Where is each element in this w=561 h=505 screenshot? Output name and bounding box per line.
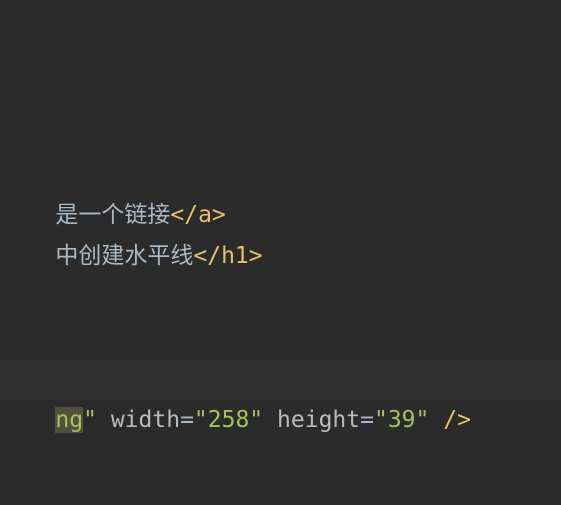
code-line-heading[interactable]: 中创建水平线</h1> [0,196,262,269]
h1-close-tag: </h1> [193,243,263,269]
code-editor[interactable]: 是一个链接</a> 中创建水平线</h1> ng" width="258" he… [0,0,561,505]
width-attr-value: "258" [193,407,264,433]
height-attr-name: height [277,407,361,433]
height-equals: = [360,407,374,433]
search-match-highlight: ng [55,407,84,433]
self-close-tag: /> [443,407,471,433]
width-equals: = [180,407,194,433]
src-quote-close: " [83,407,97,433]
heading-text: 中创建水平线 [55,243,194,269]
code-line-img-current[interactable]: ng" width="258" height="39" /> [0,360,561,433]
width-attr-name: width [110,407,181,433]
height-attr-value: "39" [373,407,430,433]
code-line-link[interactable]: 是一个链接</a> [0,155,225,228]
